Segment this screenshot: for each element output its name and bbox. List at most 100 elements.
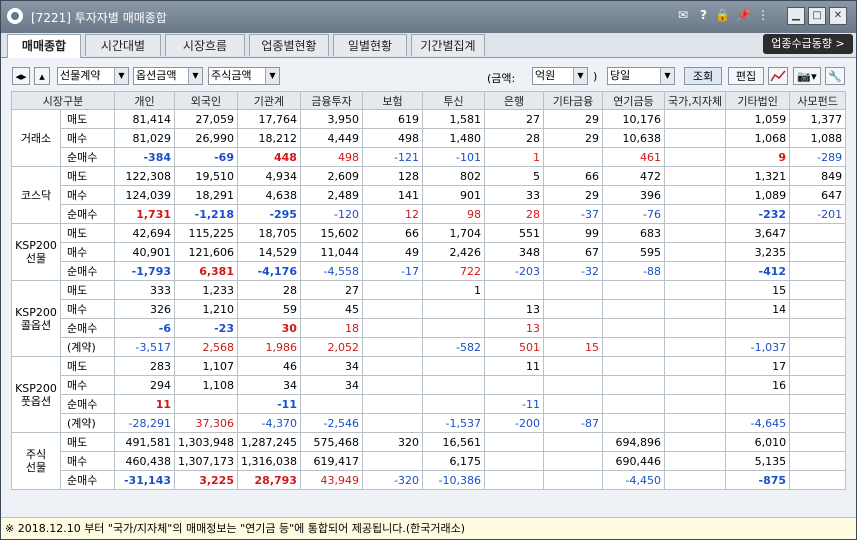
period-select[interactable]: 당일 ▼ [607,67,675,85]
table-cell: 283 [114,356,175,376]
table-row: 순매수 11 -11 -11 [12,394,847,414]
column-header[interactable]: 연기금등 [601,91,665,110]
table-cell [421,318,485,338]
table-cell: -120 [299,204,363,224]
tab-daily[interactable]: 일별현황 [333,34,407,56]
table-cell [421,375,485,395]
column-header[interactable]: 기타금융 [542,91,603,110]
table-row: 순매수 -1,793 6,381 -4,176 -4,558 -17 722 -203 -32-… [12,261,847,281]
window-title: [7221] 투자자별 매매종합 [31,11,167,25]
table-cell [542,432,603,452]
table-cell [421,299,485,319]
table-cell: 595 [601,242,665,262]
table-cell: 30 [236,318,301,338]
help-icon[interactable]: ? [700,8,707,22]
table-cell: -289 [789,147,847,167]
market-label: 코스닥 [11,166,61,224]
column-header[interactable]: 개인 [114,91,175,110]
table-cell [663,394,727,414]
column-header[interactable]: 기관계 [236,91,301,110]
row-type-label: 매도 [60,356,115,376]
table-cell: 3,235 [725,242,791,262]
table-cell: -320 [361,470,423,490]
column-header[interactable]: 국가,지자체 [663,91,727,110]
table-row: 매수 81,029 26,990 18,212 4,449 498 1,480 28 29 10,… [12,128,847,148]
table-row: 순매수 1,731 -1,218 -295 -120 12 98 28 -37 -76 -232 -2… [12,204,847,224]
table-cell: 1,986 [236,337,301,357]
chart-icon[interactable] [768,67,788,85]
main-window: [7221] 투자자별 매매종합 ✉ ? 🔒 📌 ⋮ ▁ □ ✕ 매매종합 시간… [0,0,857,540]
row-type-label: 매도 [60,223,115,243]
pin-icon[interactable]: 📌 [736,8,751,22]
table-cell: 694,896 [601,432,665,452]
left-right-arrow-icon[interactable]: ◂▸ [12,67,30,85]
table-cell: 43,949 [299,470,363,490]
column-header[interactable]: 은행 [483,91,544,110]
edit-button[interactable]: 편집 [728,67,764,85]
tab-by-time[interactable]: 시간대별 [85,34,161,56]
amount-unit-select[interactable]: 억원 ▼ [532,67,588,85]
column-header[interactable]: 보험 [361,91,423,110]
table-cell: 81,414 [114,109,175,129]
maximize-button[interactable]: □ [808,7,826,25]
table-row: 매수 294 1,108 34 34 16 [12,375,847,395]
column-header[interactable]: 투신 [421,91,485,110]
table-cell [601,318,665,338]
table-cell [789,280,847,300]
lock-icon[interactable]: 🔒 [715,8,730,22]
title-bar: [7221] 투자자별 매매종합 ✉ ? 🔒 📌 ⋮ ▁ □ ✕ [1,1,856,33]
option-unit-select[interactable]: 옵션금액 ▼ [133,67,203,85]
table-cell: 1,068 [725,128,791,148]
table-cell [361,375,423,395]
table-cell: -201 [789,204,847,224]
query-button[interactable]: 조회 [684,67,722,85]
tab-period-sum[interactable]: 기간별집계 [411,34,485,56]
table-cell [789,261,847,281]
table-cell [663,451,727,471]
column-header[interactable]: 기타법인 [725,91,791,110]
minimize-button[interactable]: ▁ [787,7,805,25]
table-cell: 67 [542,242,603,262]
tab-market-flow[interactable]: 시장흐름 [165,34,245,56]
table-cell: 3,950 [299,109,363,129]
table-cell: 348 [483,242,544,262]
row-type-label: 매수 [60,375,115,395]
table-cell: 10,176 [601,109,665,129]
table-cell [542,451,603,471]
stock-unit-select[interactable]: 주식금액 ▼ [208,67,280,85]
up-down-arrow-icon[interactable]: ▴ [34,67,50,85]
market-label: KSP200 콜옵션 [11,280,61,357]
table-cell: -4,176 [236,261,301,281]
column-header[interactable]: 사모펀드 [789,91,847,110]
futures-unit-select[interactable]: 선물계약 ▼ [57,67,129,85]
column-header[interactable]: 시장구분 [11,91,115,110]
tab-by-industry[interactable]: 업종별현황 [249,34,329,56]
tab-trade-summary[interactable]: 매매종합 [7,34,81,58]
camera-icon[interactable]: 📷▾ [793,67,821,85]
table-cell: 28,793 [236,470,301,490]
table-cell: 34 [236,375,301,395]
table-cell [601,356,665,376]
message-icon[interactable]: ✉ [678,8,688,22]
table-cell: 333 [114,280,175,300]
table-cell [542,356,603,376]
table-cell: -11 [483,394,544,414]
wrench-icon[interactable]: 🔧 [825,67,845,85]
table-cell: 9 [725,147,791,167]
table-cell: 1,480 [421,128,485,148]
table-cell [542,318,603,338]
table-cell: 15 [725,280,791,300]
column-header[interactable]: 외국인 [174,91,238,110]
menu-icon[interactable]: ⋮ [757,8,769,22]
table-cell [601,299,665,319]
table-cell: 1,307,173 [174,451,238,471]
industry-supply-button[interactable]: 업종수급동향 > [763,34,853,54]
table-cell: 33 [483,185,544,205]
column-header[interactable]: 금융투자 [299,91,363,110]
table-cell: -412 [725,261,791,281]
option-unit-value: 옵션금액 [136,69,177,82]
close-button[interactable]: ✕ [829,7,847,25]
table-cell [601,413,665,433]
table-cell: 1,089 [725,185,791,205]
table-cell: -28,291 [114,413,175,433]
